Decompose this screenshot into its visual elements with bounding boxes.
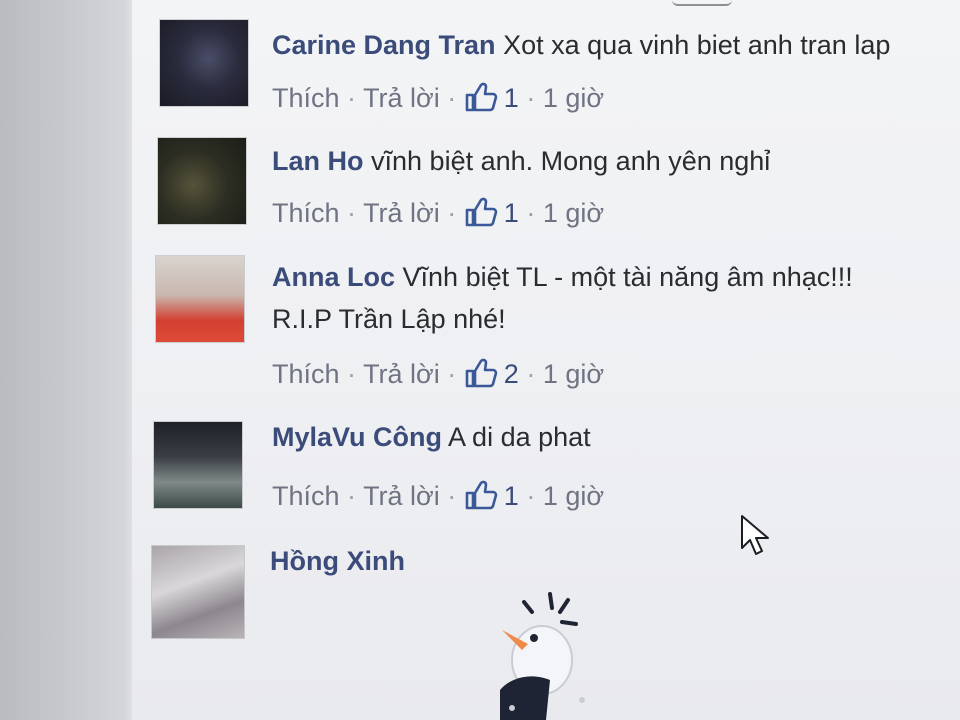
thumbs-up-icon[interactable]: [464, 197, 498, 227]
separator: ·: [447, 359, 457, 389]
comment-timestamp[interactable]: 1 giờ: [543, 359, 604, 389]
comment-author[interactable]: Hồng Xinh: [270, 546, 405, 576]
comment-text-continued: R.I.P Trần Lập nhé!: [272, 304, 506, 334]
comment-actions: Thích · Trả lời · 1 · 1 giờ: [272, 197, 604, 229]
comment-line: Hồng Xinh: [270, 546, 405, 577]
comment-author[interactable]: Anna Loc: [272, 262, 395, 292]
reply-link[interactable]: Trả lời: [363, 359, 440, 389]
reply-link[interactable]: Trả lời: [363, 83, 440, 113]
thumbs-up-icon[interactable]: [464, 82, 498, 112]
comment-author[interactable]: Lan Ho: [272, 146, 364, 176]
comment-text: A di da phat: [448, 422, 591, 452]
separator: ·: [526, 198, 536, 228]
like-count[interactable]: 2: [504, 359, 519, 389]
comment-timestamp[interactable]: 1 giờ: [543, 198, 604, 228]
like-count[interactable]: 1: [504, 198, 519, 228]
like-link[interactable]: Thích: [272, 359, 340, 389]
thumbs-up-icon[interactable]: [464, 358, 498, 388]
avatar[interactable]: [156, 256, 244, 342]
comment-text: vĩnh biệt anh. Mong anh yên nghỉ: [371, 146, 771, 176]
bird-sticker: [500, 592, 585, 720]
comment-author[interactable]: Carine Dang Tran: [272, 30, 496, 60]
comment-text: Vĩnh biệt TL - một tài năng âm nhạc!!!: [402, 262, 853, 292]
comment-actions: Thích · Trả lời · 2 · 1 giờ: [272, 358, 604, 390]
comment-line: Lan Ho vĩnh biệt anh. Mong anh yên nghỉ: [272, 146, 770, 177]
top-edge-decoration: [672, 0, 732, 6]
comment-line: Anna Loc Vĩnh biệt TL - một tài năng âm …: [272, 262, 853, 293]
separator: ·: [347, 198, 357, 228]
separator: ·: [526, 83, 536, 113]
separator: ·: [347, 359, 357, 389]
separator: ·: [526, 481, 536, 511]
mouse-pointer-icon: [741, 515, 769, 555]
comment-actions: Thích · Trả lời · 1 · 1 giờ: [272, 82, 604, 114]
separator: ·: [447, 481, 457, 511]
like-link[interactable]: Thích: [272, 198, 340, 228]
comment-line: R.I.P Trần Lập nhé!: [272, 304, 506, 335]
separator: ·: [447, 83, 457, 113]
reply-link[interactable]: Trả lời: [363, 481, 440, 511]
separator: ·: [347, 481, 357, 511]
like-count[interactable]: 1: [504, 481, 519, 511]
avatar[interactable]: [152, 546, 244, 638]
comment-line: MylaVu Công A di da phat: [272, 422, 591, 453]
comment-timestamp[interactable]: 1 giờ: [543, 83, 604, 113]
comments-panel: Carine Dang Tran Xot xa qua vinh biet an…: [132, 0, 960, 720]
comment-timestamp[interactable]: 1 giờ: [543, 481, 604, 511]
avatar[interactable]: [154, 422, 242, 508]
comment-actions: Thích · Trả lời · 1 · 1 giờ: [272, 480, 604, 512]
comment-text: Xot xa qua vinh biet anh tran lap: [503, 30, 891, 60]
thumbs-up-icon[interactable]: [464, 480, 498, 510]
avatar[interactable]: [158, 138, 246, 224]
reply-link[interactable]: Trả lời: [363, 198, 440, 228]
avatar[interactable]: [160, 20, 248, 106]
comment-line: Carine Dang Tran Xot xa qua vinh biet an…: [272, 30, 890, 61]
separator: ·: [526, 359, 536, 389]
like-link[interactable]: Thích: [272, 83, 340, 113]
comment-author[interactable]: MylaVu Công: [272, 422, 442, 452]
like-count[interactable]: 1: [504, 83, 519, 113]
separator: ·: [447, 198, 457, 228]
like-link[interactable]: Thích: [272, 481, 340, 511]
separator: ·: [347, 83, 357, 113]
